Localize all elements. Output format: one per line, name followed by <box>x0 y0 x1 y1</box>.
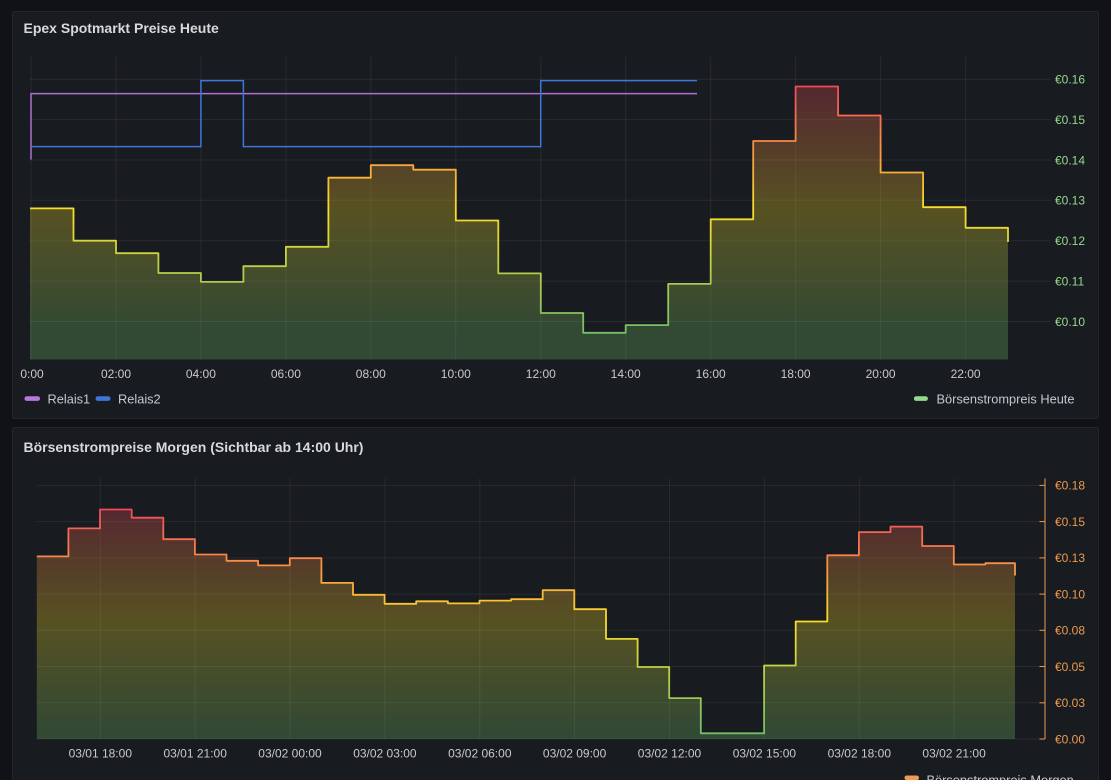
svg-text:16:00: 16:00 <box>696 367 726 381</box>
svg-text:Relais2: Relais2 <box>118 391 161 406</box>
svg-text:€0.15: €0.15 <box>1055 113 1085 127</box>
svg-text:€0.16: €0.16 <box>1055 73 1085 87</box>
svg-text:03/02 15:00: 03/02 15:00 <box>733 746 797 760</box>
svg-text:€0.03: €0.03 <box>1055 696 1085 710</box>
svg-text:€0.15: €0.15 <box>1055 515 1085 529</box>
svg-text:08:00: 08:00 <box>356 367 386 381</box>
svg-text:€0.10: €0.10 <box>1055 315 1085 329</box>
svg-text:€0.10: €0.10 <box>1055 587 1085 601</box>
svg-text:Börsenstrompreis Heute: Börsenstrompreis Heute <box>937 391 1075 406</box>
svg-text:06:00: 06:00 <box>271 367 301 381</box>
svg-text:€0.11: €0.11 <box>1055 274 1084 288</box>
svg-text:€0.14: €0.14 <box>1055 153 1085 167</box>
svg-text:€0.12: €0.12 <box>1055 234 1085 248</box>
svg-text:03/01 21:00: 03/01 21:00 <box>163 746 227 760</box>
svg-text:0:00: 0:00 <box>20 367 44 381</box>
svg-text:Börsenstrompreis Morgen: Börsenstrompreis Morgen <box>927 772 1074 780</box>
svg-text:22:00: 22:00 <box>951 367 981 381</box>
svg-text:03/02 21:00: 03/02 21:00 <box>922 746 986 760</box>
svg-text:Relais1: Relais1 <box>48 391 91 406</box>
svg-text:02:00: 02:00 <box>101 367 131 381</box>
svg-text:12:00: 12:00 <box>526 367 556 381</box>
svg-text:03/02 12:00: 03/02 12:00 <box>638 746 702 760</box>
svg-text:Börsenstrompreise Morgen (Sich: Börsenstrompreise Morgen (Sichtbar ab 14… <box>24 439 364 455</box>
svg-text:03/02 09:00: 03/02 09:00 <box>543 746 607 760</box>
svg-text:€0.00: €0.00 <box>1055 732 1085 746</box>
svg-text:18:00: 18:00 <box>781 367 811 381</box>
svg-text:€0.08: €0.08 <box>1055 624 1085 638</box>
svg-text:03/02 03:00: 03/02 03:00 <box>353 746 417 760</box>
svg-text:20:00: 20:00 <box>866 367 896 381</box>
svg-text:14:00: 14:00 <box>611 367 641 381</box>
svg-text:10:00: 10:00 <box>441 367 471 381</box>
svg-text:Epex Spotmarkt Preise Heute: Epex Spotmarkt Preise Heute <box>24 20 220 36</box>
svg-text:03/02 06:00: 03/02 06:00 <box>448 746 512 760</box>
svg-text:03/01 18:00: 03/01 18:00 <box>69 746 133 760</box>
svg-text:€0.05: €0.05 <box>1055 660 1085 674</box>
svg-text:€0.18: €0.18 <box>1055 479 1085 493</box>
svg-text:€0.13: €0.13 <box>1055 551 1085 565</box>
svg-text:04:00: 04:00 <box>186 367 216 381</box>
svg-text:€0.13: €0.13 <box>1055 194 1085 208</box>
svg-text:03/02 18:00: 03/02 18:00 <box>828 746 892 760</box>
svg-text:03/02 00:00: 03/02 00:00 <box>258 746 322 760</box>
